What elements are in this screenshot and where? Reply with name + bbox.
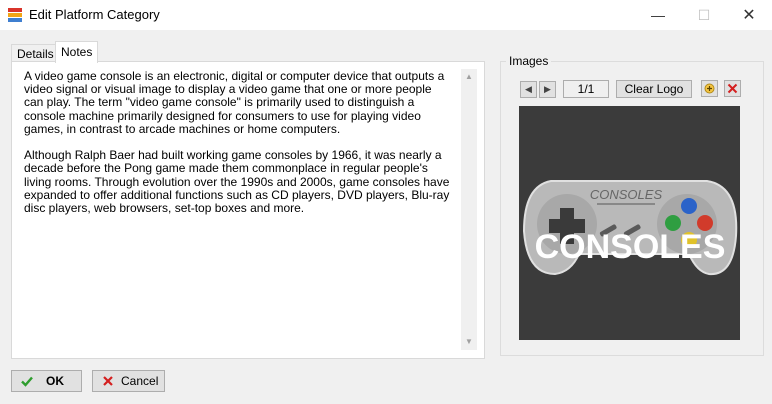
page-indicator: 1/1 — [563, 80, 609, 98]
logo-large-text: CONSOLES — [535, 228, 726, 266]
add-image-button[interactable] — [701, 80, 718, 97]
delete-image-icon — [727, 83, 738, 94]
window-title: Edit Platform Category — [29, 7, 160, 22]
close-icon: ✕ — [742, 7, 756, 24]
consoles-logo: CONSOLES CONSOLES — [522, 180, 738, 276]
clear-logo-button[interactable]: Clear Logo — [616, 80, 692, 98]
app-icon — [8, 8, 22, 22]
notes-scrollbar[interactable]: ▲ ▼ — [461, 69, 477, 350]
scroll-down-icon[interactable]: ▼ — [461, 334, 477, 350]
scroll-up-icon[interactable]: ▲ — [461, 69, 477, 85]
tab-notes[interactable]: Notes — [55, 41, 99, 63]
ok-button[interactable]: OK — [11, 370, 82, 392]
close-button[interactable]: ✕ — [726, 0, 772, 30]
image-preview: CONSOLES CONSOLES — [519, 106, 740, 340]
next-image-button[interactable]: ▶ — [539, 81, 556, 98]
cancel-x-icon — [103, 376, 113, 386]
prev-image-button[interactable]: ◀ — [520, 81, 537, 98]
maximize-button[interactable]: ☐ — [681, 0, 727, 30]
delete-image-button[interactable] — [724, 80, 741, 97]
cancel-button[interactable]: Cancel — [92, 370, 165, 392]
checkmark-icon — [21, 376, 33, 387]
minimize-icon: — — [651, 7, 665, 23]
notes-panel: A video game console is an electronic, d… — [11, 61, 485, 359]
logo-small-text: CONSOLES — [590, 187, 663, 202]
cancel-label: Cancel — [121, 374, 159, 388]
ok-label: OK — [46, 374, 64, 388]
notes-textarea[interactable]: A video game console is an electronic, d… — [24, 69, 454, 352]
maximize-icon: ☐ — [697, 6, 711, 23]
arrow-left-icon: ◀ — [525, 84, 532, 94]
add-image-icon — [704, 83, 715, 94]
title-bar: Edit Platform Category — ☐ ✕ — [0, 0, 772, 30]
arrow-right-icon: ▶ — [544, 84, 551, 94]
images-group-label: Images — [506, 54, 552, 68]
minimize-button[interactable]: — — [635, 0, 681, 30]
